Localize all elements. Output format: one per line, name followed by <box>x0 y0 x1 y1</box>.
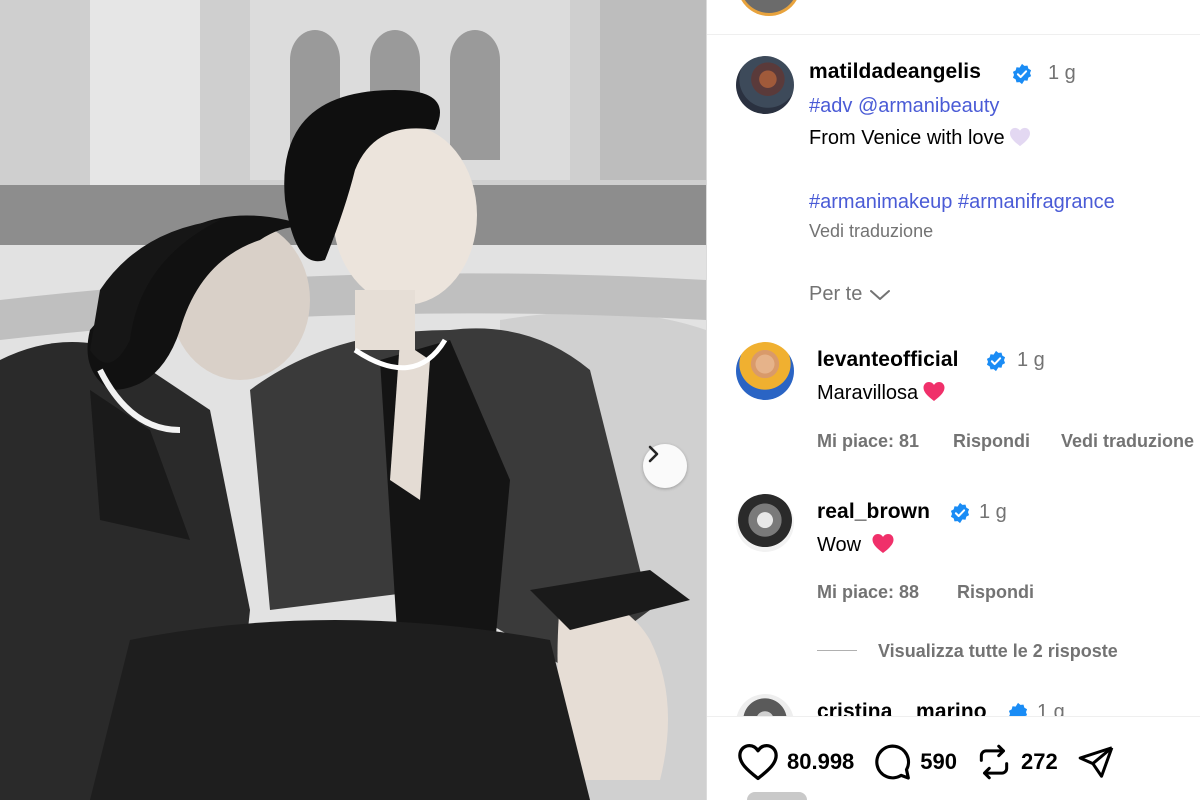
caption-tags-line: #adv @armanibeauty <box>809 95 999 118</box>
author-username[interactable]: matildadeangelis <box>809 60 981 84</box>
heart-icon <box>738 743 778 781</box>
verified-badge-icon <box>950 502 970 524</box>
comment-likes[interactable]: Mi piace: 81 <box>817 431 919 452</box>
chevron-right-icon <box>648 445 659 463</box>
view-replies-link[interactable]: Visualizza tutte le 2 risposte <box>878 641 1118 662</box>
comments-count: 590 <box>920 749 958 774</box>
see-translation-link[interactable]: Vedi traduzione <box>809 221 933 242</box>
header-avatar[interactable] <box>737 0 801 16</box>
comment-username[interactable]: real_brown <box>817 500 930 524</box>
comment-see-translation-link[interactable]: Vedi traduzione <box>1061 431 1194 452</box>
next-image-button[interactable] <box>643 444 687 488</box>
light-purple-heart-icon <box>1009 127 1030 147</box>
comment-time: 1 g <box>979 501 1007 523</box>
mention-armanibeauty[interactable]: @armanibeauty <box>858 95 999 117</box>
comment-text: Wow <box>817 534 862 556</box>
comment-likes[interactable]: Mi piace: 88 <box>817 582 919 603</box>
post-photo[interactable] <box>0 0 706 800</box>
replies-line <box>817 650 857 651</box>
red-heart-icon <box>872 533 894 554</box>
send-icon <box>1078 746 1113 778</box>
caption-text-line: From Venice with love <box>809 127 1031 150</box>
comment-avatar-real-brown[interactable] <box>736 494 794 552</box>
hashtag-armanifragrance[interactable]: #armanifragrance <box>958 191 1115 213</box>
comment-action[interactable]: 590 <box>872 742 957 782</box>
header-separator <box>707 34 1200 35</box>
comment-text: Maravillosa <box>817 382 919 404</box>
post-actions: 80.998 590 272 <box>737 740 1134 784</box>
repost-action[interactable]: 272 <box>975 743 1058 781</box>
comment-text-line: Maravillosa <box>817 381 946 405</box>
comment-username[interactable]: levanteofficial <box>817 348 959 372</box>
for-you-label: Per te <box>809 283 863 305</box>
likes-count: 80.998 <box>787 749 855 774</box>
hashtag-adv[interactable]: #adv <box>809 95 852 117</box>
caption-hashtags: #armanimakeup #armanifragrance <box>809 191 1115 214</box>
comment-avatar-levanteofficial[interactable] <box>736 342 794 400</box>
reply-button[interactable]: Rispondi <box>953 431 1030 452</box>
post-time: 1 g <box>1048 62 1076 84</box>
for-you-dropdown[interactable]: Per te <box>809 283 892 306</box>
comment-text-line: Wow <box>817 533 895 557</box>
liked-by-avatars <box>747 792 807 800</box>
photo-illustration <box>0 0 706 800</box>
hashtag-armanimakeup[interactable]: #armanimakeup <box>809 191 952 213</box>
reposts-count: 272 <box>1021 749 1058 774</box>
comment-icon <box>875 744 911 780</box>
verified-badge-icon <box>1012 63 1032 85</box>
comment-time: 1 g <box>1017 349 1045 371</box>
author-avatar[interactable] <box>736 56 794 114</box>
caption-text: From Venice with love <box>809 127 1005 149</box>
chevron-down-icon <box>870 289 891 300</box>
share-action[interactable] <box>1076 743 1116 781</box>
comments-panel: matildadeangelis 1 g #adv @armanibeauty … <box>707 0 1200 800</box>
red-heart-icon <box>923 381 945 402</box>
actions-separator <box>707 716 1200 717</box>
reply-button[interactable]: Rispondi <box>957 582 1034 603</box>
repost-icon <box>979 744 1009 780</box>
like-action[interactable]: 80.998 <box>737 743 854 781</box>
verified-badge-icon <box>986 350 1006 372</box>
